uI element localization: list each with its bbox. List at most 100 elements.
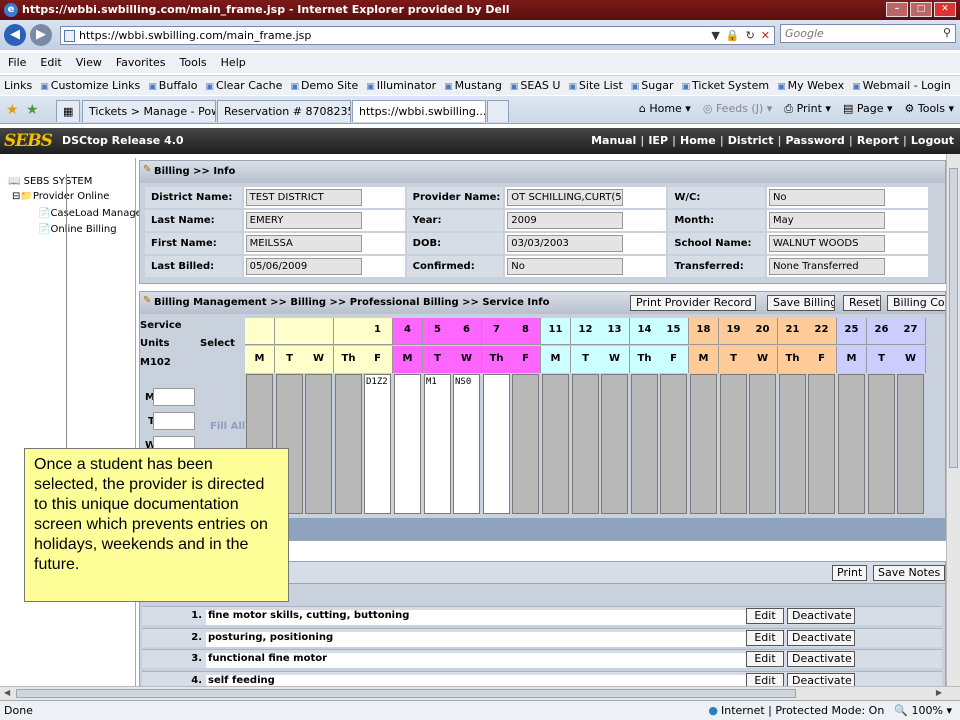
scroll-right-arrow-icon[interactable]: ▶ <box>936 688 942 697</box>
edit-button[interactable]: Edit <box>746 608 784 624</box>
nav-logout[interactable]: Logout <box>911 134 954 147</box>
horizontal-scroll-thumb[interactable] <box>16 689 796 698</box>
nav-password[interactable]: Password <box>785 134 844 147</box>
link-my-webex[interactable]: My Webex <box>777 79 845 92</box>
dropdown-arrow-icon[interactable]: ▼ <box>711 29 719 42</box>
day-disabled-field <box>542 374 569 514</box>
vertical-scrollbar[interactable] <box>946 154 960 686</box>
unit-input-t[interactable] <box>153 412 195 430</box>
lock-icon[interactable]: 🔒 <box>726 29 740 42</box>
billing-code-button[interactable]: Billing Code <box>887 295 945 311</box>
day-entry-field[interactable] <box>453 374 480 514</box>
add-favorites-icon[interactable]: ★ <box>26 102 39 118</box>
scroll-left-arrow-icon[interactable]: ◀ <box>4 688 10 697</box>
link-ticket-system[interactable]: Ticket System <box>681 79 769 92</box>
horizontal-scrollbar[interactable]: ◀ ▶ <box>0 686 960 700</box>
tab-swbilling[interactable]: https://wbbi.swbilling.... ✕ <box>352 100 486 122</box>
day-number: 19 <box>719 318 749 345</box>
tree-root[interactable]: 📖 SEBS SYSTEM <box>8 176 92 187</box>
refresh-icon[interactable]: ↻ <box>746 29 755 42</box>
menu-file[interactable]: File <box>8 56 26 70</box>
new-tab-button[interactable] <box>487 100 509 122</box>
day-of-week: T <box>423 346 453 373</box>
forward-button[interactable]: ▶ <box>30 24 52 46</box>
link-buffalo[interactable]: Buffalo <box>148 79 198 92</box>
zoom-value: 100% <box>911 704 943 717</box>
link-sugar[interactable]: Sugar <box>631 79 673 92</box>
edit-button[interactable]: Edit <box>746 629 784 646</box>
tab-tickets[interactable]: Tickets > Manage - Power... <box>82 100 216 122</box>
nav-district[interactable]: District <box>728 134 774 147</box>
deactivate-button[interactable]: Deactivate <box>787 608 855 624</box>
link-site-list[interactable]: Site List <box>568 79 623 92</box>
info-label: Last Billed: <box>145 256 242 277</box>
menu-favorites[interactable]: Favorites <box>116 56 166 70</box>
link-seas-u[interactable]: SEAS U <box>510 79 560 92</box>
tree-provider-online[interactable]: ⊟📁Provider Online <box>12 191 109 202</box>
vertical-scroll-thumb[interactable] <box>949 168 958 468</box>
info-row: District Name: TEST DISTRICT Provider Name… <box>145 187 928 208</box>
link-webmail-login[interactable]: Webmail - Login <box>852 79 951 92</box>
quick-tabs-button[interactable]: ▦ <box>56 100 80 122</box>
print-button[interactable]: ⎙ Print ▾ <box>784 102 831 116</box>
day-entry-field[interactable] <box>483 374 510 514</box>
save-billing-button[interactable]: Save Billing <box>767 295 835 311</box>
link-illuminator[interactable]: Illuminator <box>366 79 436 92</box>
security-zone[interactable]: Internet | Protected Mode: On <box>708 704 884 717</box>
tree-item-caseload[interactable]: 📄CaseLoad Managem <box>38 208 152 219</box>
day-entry-field[interactable] <box>364 374 391 514</box>
tools-button[interactable]: ⚙ Tools ▾ <box>905 102 955 116</box>
minimize-button[interactable]: – <box>886 2 908 17</box>
unit-input-m[interactable] <box>153 388 195 406</box>
nav-report[interactable]: Report <box>857 134 899 147</box>
info-value-cell: 2009 <box>505 210 667 231</box>
day-entry-field[interactable] <box>424 374 451 514</box>
document-icon: 📄 <box>38 208 51 219</box>
reset-button[interactable]: Reset <box>843 295 881 311</box>
link-demo-site[interactable]: Demo Site <box>290 79 358 92</box>
note-text: functional fine motor <box>206 653 746 668</box>
print-label: Print <box>796 102 822 115</box>
search-icon[interactable]: ⚲ <box>943 26 951 39</box>
links-bar: Links Customize Links Buffalo Clear Cach… <box>0 75 960 95</box>
info-label: W/C: <box>668 187 765 208</box>
day-of-week: M <box>837 346 867 373</box>
tab-reservation[interactable]: Reservation # 87082357 Co... <box>217 100 351 122</box>
info-value-cell: None Transferred <box>766 256 928 277</box>
favorites-star-icon[interactable]: ★ <box>6 102 19 118</box>
page-button[interactable]: ▤ Page ▾ <box>843 102 893 116</box>
info-value-cell: TEST DISTRICT <box>243 187 405 208</box>
day-disabled-field <box>512 374 539 514</box>
address-input[interactable]: https://wbbi.swbilling.com/main_frame.js… <box>60 26 775 45</box>
link-clear-cache[interactable]: Clear Cache <box>205 79 282 92</box>
nav-home[interactable]: Home <box>680 134 716 147</box>
day-number: 14 <box>630 318 660 345</box>
fill-all-link[interactable]: Fill All <box>210 421 245 432</box>
print-notes-button[interactable]: Print <box>832 565 868 581</box>
link-customize-links[interactable]: Customize Links <box>40 79 141 92</box>
search-input[interactable]: Google ⚲ <box>780 24 956 43</box>
menu-view[interactable]: View <box>76 56 102 70</box>
maximize-button[interactable]: □ <box>910 2 932 17</box>
stop-icon[interactable]: ✕ <box>761 29 770 42</box>
close-button[interactable]: ✕ <box>934 2 956 17</box>
edit-button[interactable]: Edit <box>746 651 784 667</box>
print-provider-record-button[interactable]: Print Provider Record <box>630 295 756 311</box>
menu-edit[interactable]: Edit <box>40 56 61 70</box>
day-of-week: Th <box>482 346 512 373</box>
feeds-button[interactable]: ◎ Feeds (J) ▾ <box>703 102 772 116</box>
deactivate-button[interactable]: Deactivate <box>787 651 855 667</box>
zoom-level[interactable]: 🔍 100% ▾ <box>894 704 952 717</box>
link-mustang[interactable]: Mustang <box>444 79 502 92</box>
home-button[interactable]: ⌂ Home ▾ <box>639 102 691 116</box>
back-button[interactable]: ◀ <box>4 24 26 46</box>
save-notes-button[interactable]: Save Notes <box>873 565 945 581</box>
document-icon: 📄 <box>38 224 51 235</box>
nav-iep[interactable]: IEP <box>648 134 668 147</box>
menu-help[interactable]: Help <box>221 56 246 70</box>
tree-item-online-billing[interactable]: 📄Online Billing <box>38 224 117 235</box>
nav-manual[interactable]: Manual <box>591 134 636 147</box>
day-entry-field[interactable] <box>394 374 421 514</box>
menu-tools[interactable]: Tools <box>180 56 207 70</box>
deactivate-button[interactable]: Deactivate <box>787 629 855 646</box>
